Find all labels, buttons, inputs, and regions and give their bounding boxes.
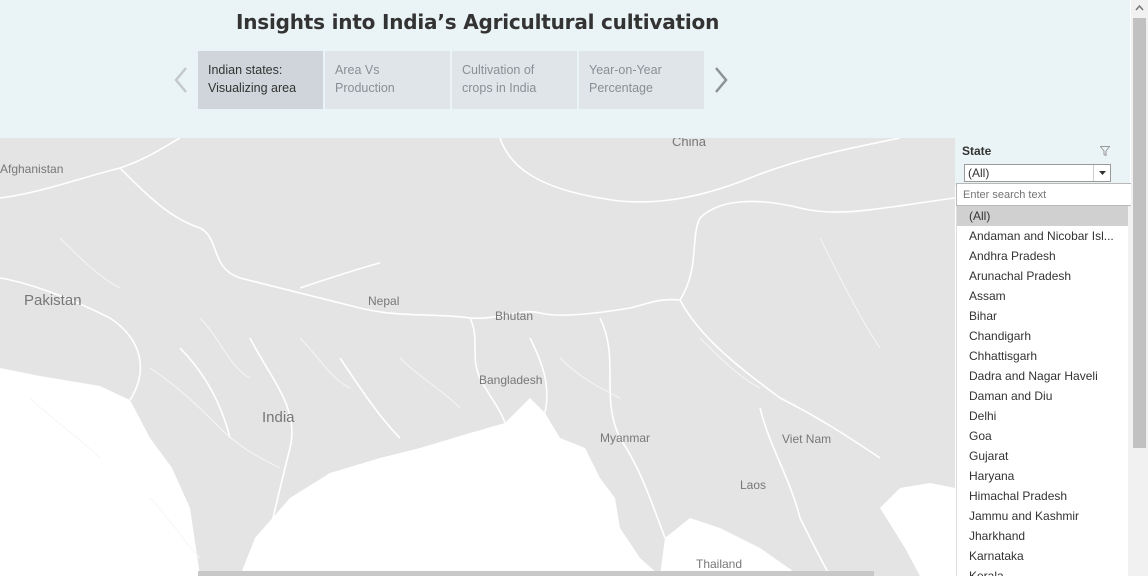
horizontal-scrollbar-thumb[interactable]: [198, 571, 874, 576]
story-point-label: Production: [335, 81, 395, 95]
map-label-pakistan: Pakistan: [24, 292, 82, 309]
story-point-label: Indian states:: [208, 63, 283, 77]
list-item[interactable]: Assam: [957, 286, 1129, 306]
map-label-afghanistan: Afghanistan: [0, 162, 64, 176]
story-point-label: Cultivation of: [462, 63, 535, 77]
story-point-label: Visualizing area: [208, 81, 297, 95]
map-label-bhutan: Bhutan: [495, 309, 534, 323]
story-point-indian-states[interactable]: Indian states: Visualizing area: [198, 51, 323, 109]
list-item[interactable]: Jharkhand: [957, 526, 1129, 546]
map-label-china: China: [672, 138, 706, 149]
list-item[interactable]: Chandigarh: [957, 326, 1129, 346]
story-point-cultivation-of-crops[interactable]: Cultivation of crops in India: [452, 51, 577, 109]
map-label-nepal: Nepal: [368, 294, 400, 308]
arabian-sea: [0, 368, 200, 576]
list-item[interactable]: Haryana: [957, 466, 1129, 486]
list-item[interactable]: Arunachal Pradesh: [957, 266, 1129, 286]
map-label-india: India: [262, 409, 295, 426]
list-item[interactable]: Andhra Pradesh: [957, 246, 1129, 266]
chevron-right-icon: [715, 67, 728, 93]
gulf-of-tonkin: [880, 483, 955, 576]
list-item[interactable]: Karnataka: [957, 546, 1129, 566]
funnel-icon[interactable]: [1100, 146, 1110, 156]
story-point-year-on-year[interactable]: Year-on-Year Percentage: [579, 51, 704, 109]
map-label-bangladesh: Bangladesh: [479, 373, 543, 387]
dashboard-header: Insights into India’s Agricultural culti…: [0, 0, 1130, 138]
map-label-vietnam: Viet Nam: [782, 432, 832, 446]
story-point-area-vs-production[interactable]: Area Vs Production: [325, 51, 450, 109]
list-item[interactable]: Himachal Pradesh: [957, 486, 1129, 506]
map-label-myanmar: Myanmar: [600, 431, 651, 445]
list-item[interactable]: Delhi: [957, 406, 1129, 426]
dashboard-title: Insights into India’s Agricultural culti…: [236, 10, 720, 34]
filter-title: State: [962, 144, 992, 158]
list-item[interactable]: Chhattisgarh: [957, 346, 1129, 366]
map-label-thailand: Thailand: [696, 557, 743, 571]
chevron-left-icon: [174, 67, 187, 93]
story-point-label: Area Vs: [335, 63, 380, 77]
state-options-list[interactable]: (All) Andaman and Nicobar Isl... Andhra …: [956, 206, 1148, 576]
list-item[interactable]: Daman and Diu: [957, 386, 1129, 406]
list-item[interactable]: (All): [957, 206, 1129, 226]
list-item[interactable]: Bihar: [957, 306, 1129, 326]
story-point-label: Year-on-Year: [589, 63, 662, 77]
list-item[interactable]: Kerala: [957, 566, 1129, 576]
next-story-point-button[interactable]: [710, 62, 732, 98]
state-dropdown-value: (All): [968, 166, 990, 180]
list-item[interactable]: Dadra and Nagar Haveli: [957, 366, 1129, 386]
previous-story-point-button[interactable]: [170, 62, 192, 98]
list-item[interactable]: Gujarat: [957, 446, 1129, 466]
chevron-down-icon[interactable]: [1093, 165, 1110, 181]
bay-of-bengal: [240, 398, 660, 576]
chevron-up-icon[interactable]: [1131, 0, 1148, 17]
map-canvas: [0, 138, 955, 576]
page-scrollbar-thumb[interactable]: [1133, 18, 1146, 448]
map-label-laos: Laos: [740, 478, 767, 492]
list-item[interactable]: Goa: [957, 426, 1129, 446]
story-point-label: Percentage: [589, 81, 653, 95]
page-scrollbar[interactable]: [1131, 0, 1148, 448]
search-input[interactable]: [956, 183, 1148, 206]
map-view[interactable]: Afghanistan Pakistan Nepal Bhutan Bangla…: [0, 138, 955, 576]
list-item[interactable]: Jammu and Kashmir: [957, 506, 1129, 526]
state-filter-panel: State (All) (All) Andaman and Nicobar Is…: [955, 138, 1148, 576]
state-dropdown[interactable]: (All): [964, 164, 1111, 182]
list-item[interactable]: Andaman and Nicobar Isl...: [957, 226, 1129, 246]
story-point-label: crops in India: [462, 81, 537, 95]
